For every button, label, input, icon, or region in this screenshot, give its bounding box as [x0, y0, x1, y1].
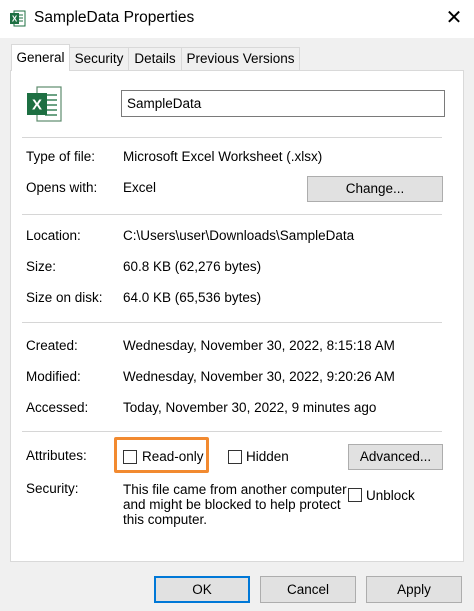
file-name-input[interactable]: SampleData — [121, 90, 445, 117]
readonly-label[interactable]: Read-only — [142, 449, 204, 464]
location-value: C:\Users\user\Downloads\SampleData — [123, 228, 355, 243]
tab-previous-versions[interactable]: Previous Versions — [181, 47, 300, 70]
hidden-label[interactable]: Hidden — [246, 449, 289, 464]
security-label: Security: — [26, 481, 79, 496]
cancel-button[interactable]: Cancel — [260, 576, 356, 603]
type-value: Microsoft Excel Worksheet (.xlsx) — [123, 149, 323, 164]
attributes-label: Attributes: — [26, 448, 87, 463]
created-label: Created: — [26, 338, 78, 353]
readonly-checkbox[interactable] — [123, 450, 137, 464]
size-value: 60.8 KB (62,276 bytes) — [123, 259, 262, 274]
unblock-checkbox[interactable] — [348, 488, 362, 502]
size-on-disk-value: 64.0 KB (65,536 bytes) — [123, 290, 262, 305]
apply-button[interactable]: Apply — [366, 576, 462, 603]
divider — [22, 137, 442, 138]
accessed-value: Today, November 30, 2022, 9 minutes ago — [123, 400, 377, 415]
window-title: SampleData Properties — [34, 9, 195, 26]
tab-security[interactable]: Security — [69, 47, 129, 70]
svg-text:X: X — [32, 97, 42, 114]
opens-with-value: Excel — [123, 180, 157, 195]
advanced-button[interactable]: Advanced... — [348, 444, 443, 470]
created-value: Wednesday, November 30, 2022, 8:15:18 AM — [123, 338, 395, 353]
hidden-checkbox[interactable] — [228, 450, 242, 464]
svg-text:X: X — [12, 15, 18, 24]
file-excel-icon: X — [25, 84, 65, 124]
divider — [22, 322, 442, 323]
divider — [22, 431, 442, 432]
change-button[interactable]: Change... — [307, 176, 443, 202]
ok-button[interactable]: OK — [154, 576, 250, 603]
accessed-label: Accessed: — [26, 400, 89, 415]
divider — [22, 214, 442, 215]
opens-with-label: Opens with: — [26, 180, 98, 195]
security-message: This file came from another computer and… — [123, 482, 347, 527]
size-on-disk-label: Size on disk: — [26, 290, 103, 305]
excel-icon: X — [9, 10, 26, 27]
type-label: Type of file: — [26, 149, 96, 164]
close-icon[interactable]: ✕ — [440, 4, 468, 32]
modified-label: Modified: — [26, 369, 81, 384]
location-label: Location: — [26, 228, 81, 243]
size-label: Size: — [26, 259, 57, 274]
tab-general[interactable]: General — [11, 44, 70, 71]
tab-details[interactable]: Details — [128, 47, 182, 70]
unblock-label[interactable]: Unblock — [366, 488, 415, 503]
modified-value: Wednesday, November 30, 2022, 9:20:26 AM — [123, 369, 395, 384]
